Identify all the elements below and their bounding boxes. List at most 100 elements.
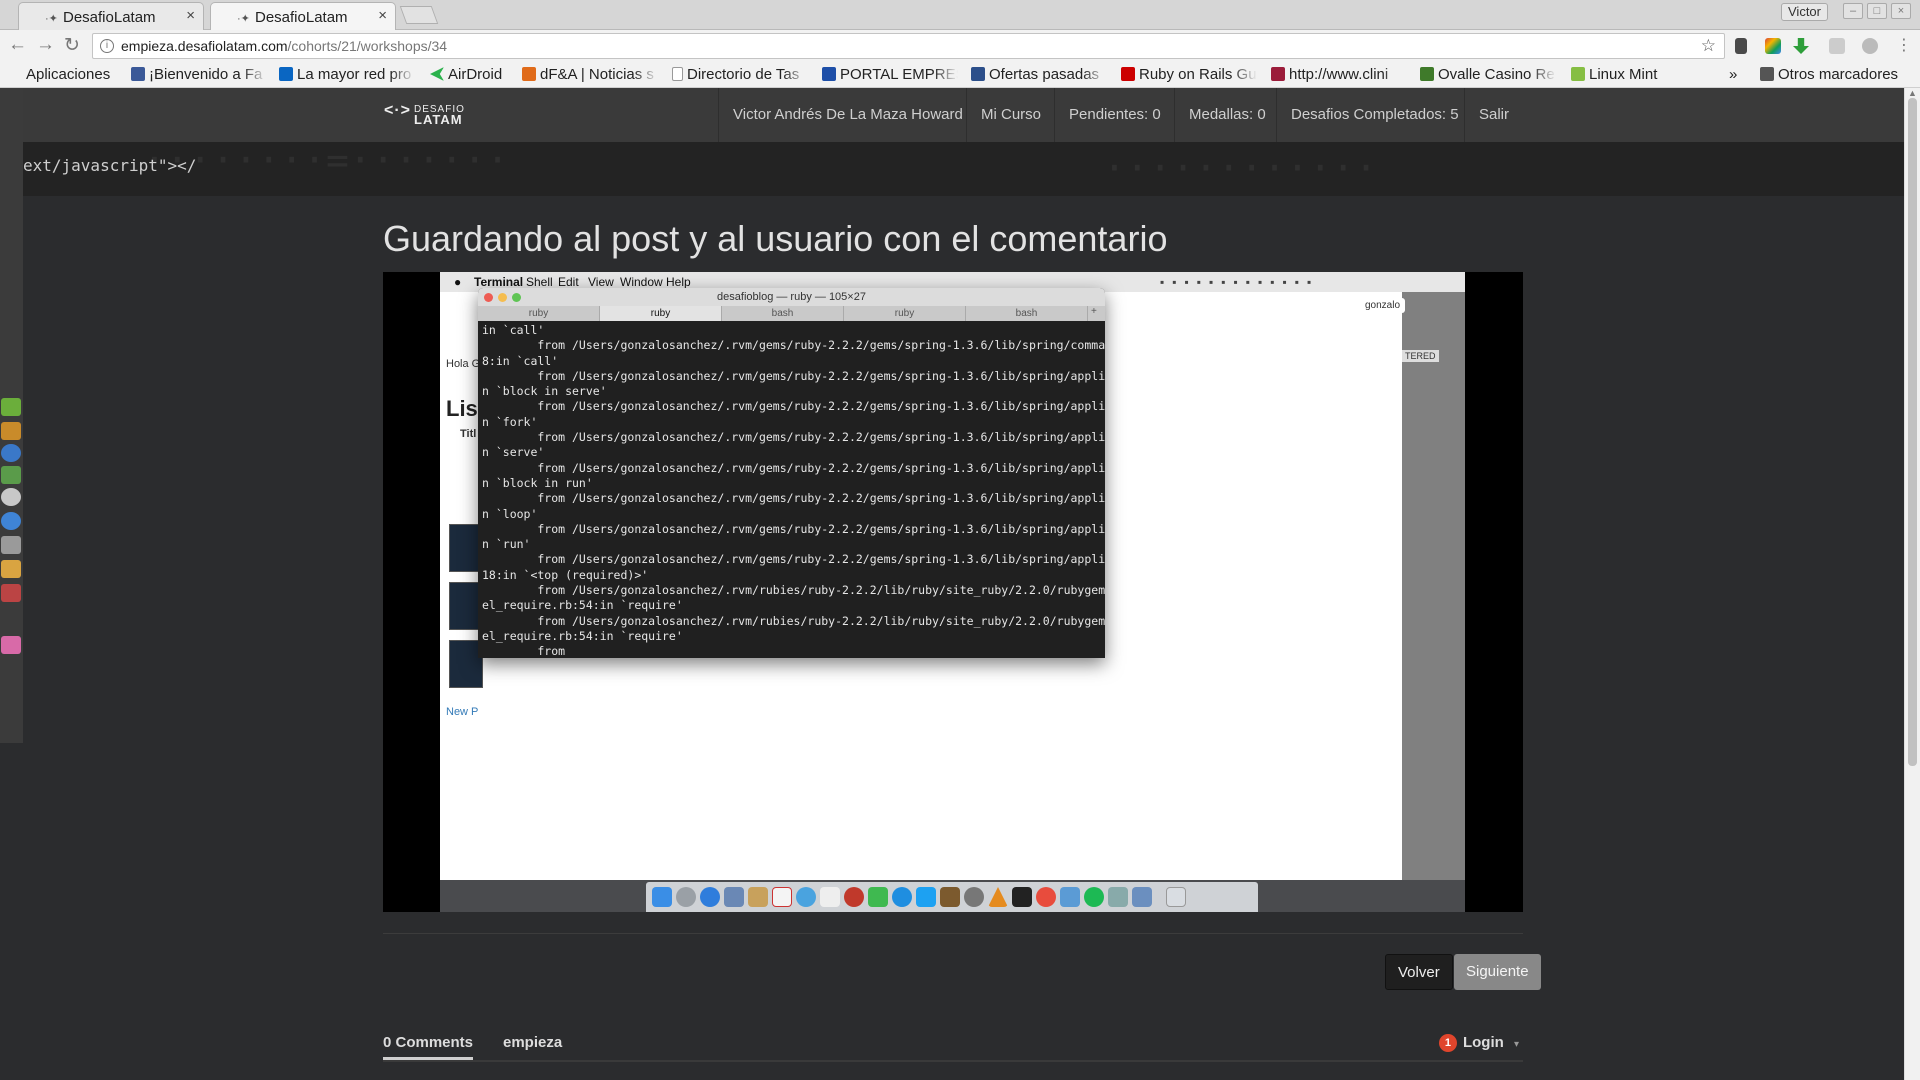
nav-user-name[interactable]: Victor Andrés De La Maza Howard (718, 88, 977, 142)
volver-button[interactable]: Volver (1385, 954, 1453, 990)
nav-pendientes[interactable]: Pendientes: 0 (1054, 88, 1175, 142)
login-menu[interactable]: 1 Login ▾ (1438, 1034, 1519, 1052)
scrollbar-thumb[interactable] (1908, 98, 1917, 766)
close-dot-icon (484, 293, 493, 302)
system-preferences-icon (964, 887, 984, 907)
other-bookmarks-folder[interactable]: Otros marcadores (1760, 65, 1910, 85)
app-store-icon (892, 887, 912, 907)
notes-icon[interactable] (1, 422, 21, 440)
forward-icon[interactable]: → (36, 34, 55, 56)
terminal-title-bar: desafioblog — ruby — 105×27 (478, 288, 1105, 306)
terminal-line: n `fork' (482, 414, 538, 429)
nav-mi-curso[interactable]: Mi Curso (966, 88, 1055, 142)
minimize-dot-icon (498, 293, 507, 302)
dfa-icon (522, 67, 536, 81)
close-tab-icon[interactable]: × (378, 7, 387, 24)
add-tab-icon: + (1091, 306, 1097, 317)
bookmark-item[interactable]: La mayor red pro (279, 65, 415, 85)
bookmark-item[interactable]: Ofertas pasadas (971, 65, 1107, 85)
logo-arrows-icon: <·> (384, 102, 412, 119)
extension-icon[interactable] (1862, 38, 1878, 54)
community-tab[interactable]: empieza (503, 1034, 562, 1051)
terminal-output: in `call' from /Users/gonzalosanchez/.rv… (482, 323, 1105, 658)
address-bar[interactable]: i empieza.desafiolatam.com/cohorts/21/wo… (92, 33, 1725, 59)
minimize-icon[interactable]: – (1843, 3, 1863, 19)
menu-icon[interactable]: ⋮ (1896, 35, 1912, 55)
files-icon[interactable] (1, 398, 21, 416)
site-favicon-icon: ·✦ (45, 13, 58, 25)
itunes-icon (844, 887, 864, 907)
bookmark-item[interactable]: PORTAL EMPRES (822, 65, 958, 85)
bookmark-item[interactable]: Aplicaciones (26, 65, 126, 85)
extension-icon[interactable] (1829, 38, 1845, 54)
back-icon[interactable]: ← (8, 34, 27, 56)
bookmark-item[interactable]: ¡Bienvenido a Fa (131, 65, 267, 85)
close-window-icon[interactable]: × (1891, 3, 1911, 19)
bookmark-item[interactable]: http://www.clini (1271, 65, 1407, 85)
site-info-icon[interactable]: i (100, 39, 114, 53)
nav-desafios-completados[interactable]: Desafios Completados: 5 (1276, 88, 1473, 142)
tools-icon[interactable] (1, 536, 21, 554)
bookmark-item[interactable]: Linux Mint (1571, 65, 1667, 85)
bookmark-star-icon[interactable]: ☆ (1701, 34, 1716, 58)
comments-header: 0 Comments empieza 1 Login ▾ (383, 1034, 1523, 1062)
app-icon[interactable] (1, 466, 21, 484)
nav-medallas[interactable]: Medallas: 0 (1174, 88, 1280, 142)
app-icon[interactable] (1, 636, 21, 654)
section-divider (383, 933, 1523, 934)
menubar-status-icons: ▪▪▪▪▪▪▪▪▪▪▪▪▪ (1160, 275, 1320, 289)
terminal-line: 8:in `call' (482, 353, 559, 368)
chevron-down-icon: ▾ (1513, 1039, 1519, 1050)
app-icon (796, 887, 816, 907)
linkedin-icon (279, 67, 293, 81)
bookmark-item[interactable]: Ovalle Casino Re (1420, 65, 1556, 85)
close-tab-icon[interactable]: × (186, 7, 195, 24)
accessibility-icon[interactable] (1, 444, 21, 462)
video-player[interactable]: ● Terminal Shell Edit View Window Help ▪… (383, 272, 1523, 912)
bookmark-item[interactable]: dF&A | Noticias s (522, 65, 658, 85)
notification-badge: 1 (1438, 1034, 1457, 1052)
new-tab-button[interactable] (399, 6, 439, 24)
settings-gear-icon[interactable] (1, 488, 21, 506)
decorative-code-background: ········=······· (143, 142, 510, 182)
download-extension-icon[interactable] (1793, 38, 1809, 54)
maximize-icon[interactable]: □ (1867, 3, 1887, 19)
siguiente-button[interactable]: Siguiente (1454, 954, 1541, 990)
page-scrollbar[interactable]: ▲ (1904, 88, 1920, 1080)
bookmarks-bar: Aplicaciones ¡Bienvenido a Fa La mayor r… (0, 62, 1920, 88)
contacts-icon (748, 887, 768, 907)
eyedropper-extension-icon[interactable] (1735, 38, 1747, 54)
calendar-icon[interactable] (1, 560, 21, 578)
bookmark-item[interactable]: AirDroid (430, 65, 512, 85)
bookmark-item[interactable]: Directorio de Tas (672, 65, 808, 85)
terminal-line: n `loop' (482, 506, 538, 521)
page-icon (672, 67, 683, 81)
desktop-side-panel (0, 88, 23, 743)
nav-salir[interactable]: Salir (1464, 88, 1523, 142)
vlc-icon (988, 887, 1008, 907)
browser-tab-active[interactable]: ·✦ DesafioLatam × (210, 2, 396, 30)
finder-icon (652, 887, 672, 907)
twitter-icon (916, 887, 936, 907)
app-icon[interactable] (1, 584, 21, 602)
profile-button[interactable]: Victor (1781, 3, 1828, 21)
scroll-up-icon[interactable]: ▲ (1908, 88, 1917, 98)
login-label: Login (1462, 1034, 1504, 1051)
terminal-line: from /Users/gonzalosanchez/.rvm/gems/rub… (537, 521, 1105, 536)
globe-icon[interactable] (1, 512, 21, 530)
reload-icon[interactable]: ↻ (64, 34, 80, 57)
terminal-line: n `block in serve' (482, 384, 607, 399)
extension-icon[interactable] (1765, 38, 1781, 54)
terminal-icon (1012, 887, 1032, 907)
decorative-code-background: ············ (1103, 146, 1378, 190)
bookmark-item[interactable]: Ruby on Rails Gu (1121, 65, 1257, 85)
browser-tab[interactable]: ·✦ DesafioLatam × (18, 2, 204, 30)
terminal-line: from /Users/gonzalosanchez/.rvm/gems/rub… (537, 338, 1105, 353)
comments-count-tab[interactable]: 0 Comments (383, 1034, 474, 1060)
apple-icon: ● (454, 275, 462, 289)
terminal-line: 18:in `<top (required)>' (482, 567, 649, 582)
notes-icon (820, 887, 840, 907)
bookmarks-overflow-button[interactable]: » (1729, 65, 1743, 85)
spotify-icon (1084, 887, 1104, 907)
url-path: /cohorts/21/workshops/34 (287, 38, 448, 54)
